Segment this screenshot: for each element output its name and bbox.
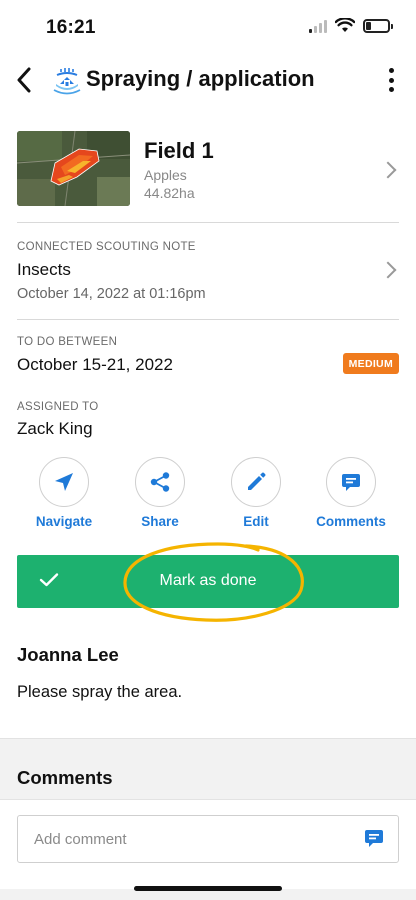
navigate-button[interactable]: Navigate xyxy=(16,457,112,529)
comment-bubble-icon[interactable] xyxy=(362,828,386,850)
share-button[interactable]: Share xyxy=(112,457,208,529)
comments-icon xyxy=(342,474,360,491)
navigate-label: Navigate xyxy=(35,514,93,529)
home-indicator xyxy=(134,886,282,891)
note-author: Joanna Lee xyxy=(17,644,119,665)
chevron-right-icon xyxy=(379,161,397,179)
edit-button[interactable]: Edit xyxy=(208,457,304,529)
app-header: Spraying / application xyxy=(0,52,416,108)
comments-button[interactable]: Comments xyxy=(303,457,399,529)
add-comment-input[interactable] xyxy=(17,815,399,863)
comments-icon-circle xyxy=(326,457,376,507)
share-icon xyxy=(150,472,170,492)
mark-as-done-label: Mark as done xyxy=(159,572,257,589)
field-map-thumbnail xyxy=(17,131,130,206)
priority-badge: MEDIUM xyxy=(342,353,399,374)
comments-label: Comments xyxy=(316,514,386,529)
field-card[interactable]: Field 1 Apples 44.82ha xyxy=(0,126,416,222)
chevron-left-icon xyxy=(17,67,31,93)
assignee-name: Zack King xyxy=(17,419,93,438)
comments-section: Comments xyxy=(0,738,416,900)
chevron-right-icon xyxy=(379,261,397,279)
edit-icon xyxy=(248,472,266,490)
share-label: Share xyxy=(141,514,179,529)
edit-icon-circle xyxy=(231,457,281,507)
wifi-icon xyxy=(335,18,355,32)
action-row: Navigate Share Edit Comments xyxy=(0,457,416,537)
comment-input-bar xyxy=(0,799,416,889)
comments-title: Comments xyxy=(17,767,113,788)
scouting-note-title: Insects xyxy=(17,260,71,279)
scouting-note-row[interactable]: CONNECTED SCOUTING NOTE Insects October … xyxy=(0,223,416,318)
navigate-icon xyxy=(55,473,73,491)
scouting-note-date: October 14, 2022 at 01:16pm xyxy=(17,286,206,302)
divider xyxy=(17,319,399,320)
field-area: 44.82ha xyxy=(144,185,195,201)
assigned-to-label: ASSIGNED TO xyxy=(17,401,99,413)
status-time: 16:21 xyxy=(46,17,96,38)
share-icon-circle xyxy=(135,457,185,507)
battery-icon xyxy=(363,18,393,33)
back-button[interactable] xyxy=(10,64,38,96)
navigate-icon-circle xyxy=(39,457,89,507)
more-options-button[interactable] xyxy=(384,66,398,94)
signal-icon xyxy=(309,19,327,33)
note-text: Please spray the area. xyxy=(17,683,183,701)
mark-as-done-button[interactable]: Mark as done xyxy=(17,555,399,608)
todo-date-range: October 15-21, 2022 xyxy=(17,355,173,374)
spraying-icon xyxy=(53,68,81,95)
field-name: Field 1 xyxy=(144,138,214,163)
todo-between-label: TO DO BETWEEN xyxy=(17,336,118,348)
edit-label: Edit xyxy=(243,514,269,529)
status-icons xyxy=(309,18,393,33)
scouting-note-label: CONNECTED SCOUTING NOTE xyxy=(17,241,196,253)
status-bar: 16:21 xyxy=(0,0,416,52)
page-title: Spraying / application xyxy=(86,66,315,91)
field-crop: Apples xyxy=(144,167,187,183)
